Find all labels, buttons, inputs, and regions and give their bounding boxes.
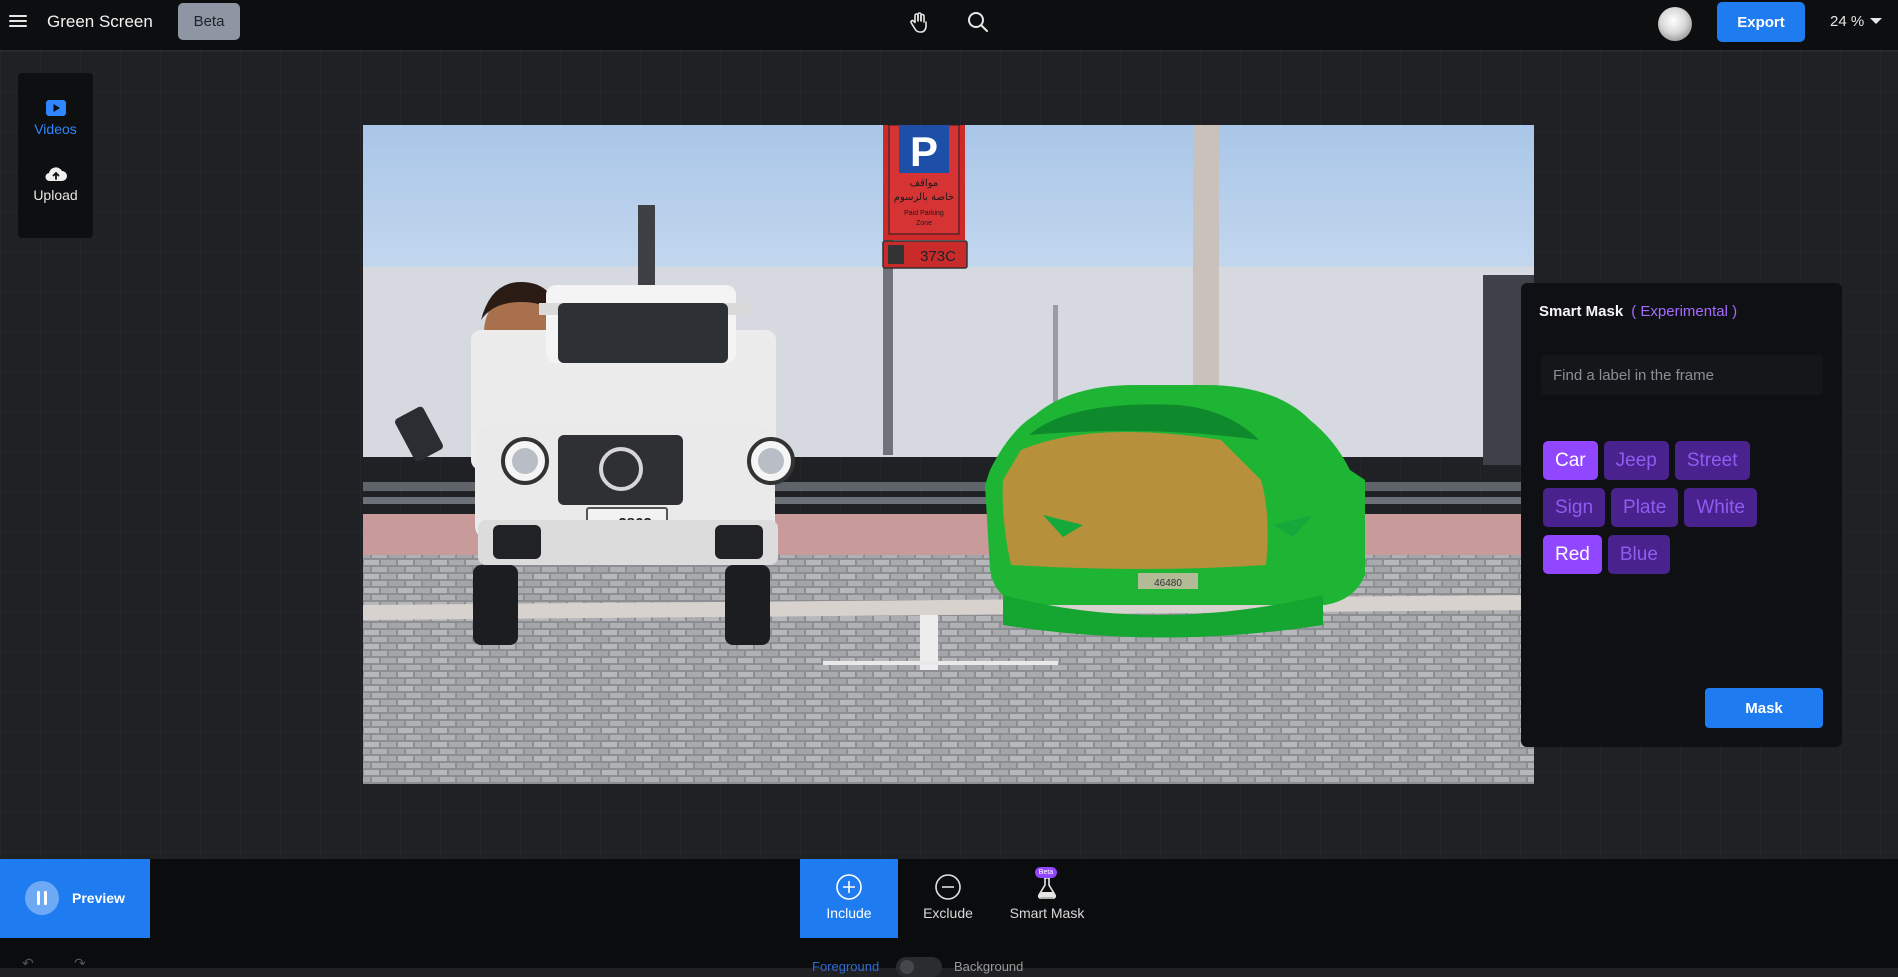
parking-sign-line: خاصة بالرسوم xyxy=(894,192,954,203)
label-search-input[interactable] xyxy=(1541,355,1823,395)
chip-blue[interactable]: Blue xyxy=(1607,535,1670,574)
beta-badge: Beta xyxy=(178,3,240,40)
chip-white[interactable]: White xyxy=(1684,488,1757,527)
preview-label: Preview xyxy=(72,890,125,906)
undo-icon[interactable]: ↶ xyxy=(22,955,34,972)
chevron-down-icon xyxy=(1870,18,1883,24)
chip-row: Red Blue xyxy=(1543,535,1833,574)
upload-cloud-icon xyxy=(44,167,67,182)
smart-mask-header: Smart Mask ( Experimental ) xyxy=(1539,303,1737,320)
pause-icon xyxy=(25,881,59,915)
menu-icon[interactable] xyxy=(9,12,27,32)
parking-sign-line: Paid Parking xyxy=(904,210,944,217)
sidebar-item-label: Upload xyxy=(33,187,78,203)
avatar[interactable] xyxy=(1658,7,1692,41)
chip-jeep[interactable]: Jeep xyxy=(1603,441,1669,480)
top-bar: Green Screen Beta Export 24 % xyxy=(0,0,1898,51)
sidebar-item-videos[interactable]: Videos xyxy=(18,99,93,137)
masked-car: 46480 xyxy=(985,385,1365,638)
tool-label: Smart Mask xyxy=(1009,905,1085,921)
foreground-background-toggle[interactable] xyxy=(896,957,942,977)
smart-mask-panel: Smart Mask ( Experimental ) Car Jeep Stre… xyxy=(1521,283,1842,747)
parking-sign-letter: P xyxy=(910,128,938,175)
zoom-dropdown[interactable]: 24 % xyxy=(1830,13,1883,30)
parking-zone-code: 373C xyxy=(920,248,956,265)
sidebar-item-upload[interactable]: Upload xyxy=(18,165,93,203)
chip-plate[interactable]: Plate xyxy=(1611,488,1679,527)
label-chips: Car Jeep Street Sign Plate White Red Blu… xyxy=(1543,441,1833,582)
frame-image: أمر P مواقف خاصة بالرسوم Paid Parking Zo… xyxy=(363,125,1534,784)
search-icon[interactable] xyxy=(966,10,990,34)
bottom-bar: Preview Include Exclude Smart Mask Beta … xyxy=(0,859,1898,977)
smart-mask-title: Smart Mask xyxy=(1539,303,1624,320)
minus-circle-icon xyxy=(935,874,961,900)
mask-button[interactable]: Mask xyxy=(1705,688,1823,728)
chip-row: Car Jeep Street xyxy=(1543,441,1833,480)
parking-sign: P مواقف خاصة بالرسوم Paid Parking Zone 3… xyxy=(882,125,968,269)
chip-sign[interactable]: Sign xyxy=(1543,488,1606,527)
tool-label: Exclude xyxy=(923,905,973,921)
redo-icon[interactable]: ↷ xyxy=(74,955,86,972)
tool-label: Include xyxy=(826,905,872,921)
experimental-label: ( Experimental ) xyxy=(1631,303,1738,320)
exclude-tool-button[interactable]: Exclude xyxy=(899,859,997,938)
smart-mask-beta-badge: Beta xyxy=(1035,867,1057,878)
parking-sign-line: Zone xyxy=(916,220,932,227)
zoom-value: 24 % xyxy=(1830,13,1865,30)
export-button[interactable]: Export xyxy=(1717,2,1805,42)
preview-button[interactable]: Preview xyxy=(0,859,150,938)
car-plate: 46480 xyxy=(1154,578,1182,589)
chip-red[interactable]: Red xyxy=(1543,535,1602,574)
background-label: Background xyxy=(954,959,1024,974)
hand-pan-icon[interactable] xyxy=(907,10,931,34)
chip-car[interactable]: Car xyxy=(1543,441,1598,480)
video-frame[interactable]: أمر P مواقف خاصة بالرسوم Paid Parking Zo… xyxy=(363,125,1534,784)
chip-row: Sign Plate White xyxy=(1543,488,1833,527)
foreground-label: Foreground xyxy=(812,959,880,974)
video-icon xyxy=(45,100,66,116)
app-title: Green Screen xyxy=(47,12,153,31)
chip-street[interactable]: Street xyxy=(1674,441,1750,480)
sidebar-item-label: Videos xyxy=(34,121,77,137)
parking-sign-line: مواقف xyxy=(910,178,938,189)
include-tool-button[interactable]: Include xyxy=(800,859,898,938)
side-panel: Videos Upload xyxy=(18,73,93,238)
plus-circle-icon xyxy=(836,874,862,900)
